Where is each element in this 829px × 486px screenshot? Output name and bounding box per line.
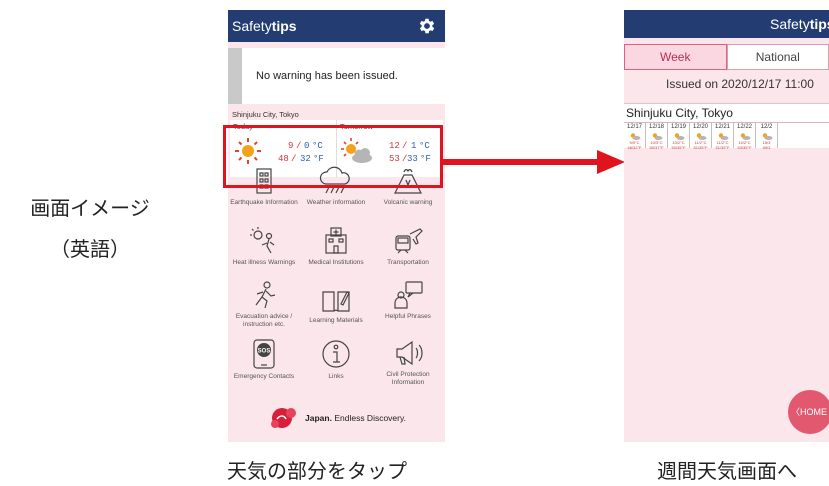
language-label: （英語）	[50, 237, 130, 261]
menu-label: Learning Materials	[309, 317, 363, 324]
gear-icon[interactable]	[417, 16, 437, 36]
home-screen: Safetytips No warning has been issued. S…	[228, 10, 445, 442]
forecast-day: 12/2 15/3 59/3	[756, 123, 778, 150]
location-label: Shinjuku City, Tokyo	[624, 104, 829, 122]
menu-civil[interactable]: Civil Protection Information	[372, 338, 444, 387]
running-person-icon	[255, 281, 276, 309]
app-title: Safetytips	[232, 18, 297, 34]
menu-label: Evacuation advice / instruction etc.	[235, 313, 293, 328]
sunny-cloudy-icon	[718, 133, 728, 140]
sunny-cloudy-icon	[674, 133, 684, 140]
info-icon	[322, 340, 350, 368]
menu-emergency[interactable]: SOS Emergency Contacts	[228, 338, 300, 381]
forecast-temp-f: 48/32°F	[627, 145, 642, 150]
caption-weekly-weather: 週間天気画面へ	[657, 459, 797, 483]
book-icon	[322, 291, 350, 312]
app-bar: Safetytips	[228, 10, 445, 42]
issued-timestamp: Issued on 2020/12/17 11:00	[624, 70, 829, 104]
menu-heat[interactable]: Heat illness Warnings	[228, 226, 300, 267]
forecast-day: 12/20 11/2°C 51/35°F	[690, 123, 712, 150]
menu-label: Transportation	[387, 259, 429, 266]
forecast-temp-f: 53/35°F	[737, 145, 752, 150]
forecast-date: 12/19	[670, 124, 686, 130]
forecast-temp-f: 51/35°F	[715, 145, 730, 150]
hospital-icon	[325, 227, 347, 254]
warning-box: No warning has been issued.	[228, 48, 445, 104]
tab-national[interactable]: National	[726, 44, 829, 70]
caption-tap-weather: 天気の部分をタップ	[227, 459, 407, 483]
svg-text:SOS: SOS	[258, 349, 271, 355]
app-title: Safetytips	[770, 16, 829, 32]
forecast-date: 12/22	[736, 124, 752, 130]
weekly-forecast: 12/17 9/0°C 48/32°F 12/18 10/3°C 50/37°F 12/19…	[624, 122, 829, 150]
app-bar: Safetytips	[624, 10, 829, 38]
forecast-day: 12/21 11/2°C 51/35°F	[712, 123, 734, 150]
menu-label: Emergency Contacts	[233, 373, 295, 380]
menu-phrases[interactable]: Helpful Phrases	[372, 280, 444, 321]
forecast-day: 12/19 10/2°C 50/35°F	[668, 123, 690, 150]
tab-bar: Week National	[624, 44, 829, 70]
arrow-right-icon	[443, 150, 625, 174]
screen-image-label: 画面イメージ	[30, 196, 150, 220]
forecast-temp-f: 50/35°F	[671, 145, 686, 150]
sos-phone-icon: SOS	[253, 339, 275, 369]
footer-text: Japan. Endless Discovery.	[305, 413, 406, 423]
forecast-date: 12/18	[648, 124, 664, 130]
menu-label: Links	[328, 373, 344, 380]
menu-label: Civil Protection Information	[386, 371, 430, 386]
home-button[interactable]: 〈HOME	[788, 390, 829, 434]
menu-transport[interactable]: Transportation	[372, 226, 444, 267]
menu-links[interactable]: Links	[300, 338, 372, 381]
forecast-date: 12/20	[692, 124, 708, 130]
forecast-temp-f: 50/37°F	[649, 145, 664, 150]
menu-label: Weather information	[306, 199, 366, 206]
forecast-temp-f: 59/3	[762, 145, 771, 150]
menu-medical[interactable]: Medical Institutions	[300, 226, 372, 267]
forecast-temp-f: 51/35°F	[693, 145, 708, 150]
forecast-date: 12/17	[626, 124, 642, 130]
forecast-date: 12/2	[760, 124, 773, 130]
menu-learning[interactable]: Learning Materials	[300, 286, 372, 325]
sunny-cloudy-icon	[630, 133, 640, 140]
menu-label: Medical Institutions	[308, 259, 364, 266]
tab-week[interactable]: Week	[624, 44, 727, 70]
sunny-cloudy-icon	[740, 133, 750, 140]
menu-label: Heat illness Warnings	[232, 259, 296, 266]
forecast-day: 12/17 9/0°C 48/32°F	[624, 123, 646, 150]
sunny-cloudy-icon	[762, 133, 772, 140]
forecast-date: 12/21	[714, 124, 730, 130]
weather-highlight-box	[223, 125, 443, 188]
sunny-cloudy-icon	[696, 133, 706, 140]
train-plane-icon	[395, 228, 423, 254]
forecast-day: 12/18 10/3°C 50/37°F	[646, 123, 668, 150]
megaphone-icon	[396, 340, 423, 366]
weekly-screen: Safetytips Week National Issued on 2020/…	[624, 10, 829, 442]
heat-person-icon	[250, 227, 275, 254]
forecast-day: 12/22 12/2°C 53/35°F	[734, 123, 756, 150]
menu-label: Earthquake Information	[230, 199, 298, 206]
menu-evacuation[interactable]: Evacuation advice / instruction etc.	[228, 280, 300, 329]
footer-banner: Japan. Endless Discovery.	[228, 406, 445, 430]
speech-person-icon	[394, 281, 423, 309]
menu-label: Volcanic warning	[383, 199, 433, 206]
menu-label: Helpful Phrases	[385, 313, 431, 320]
sunny-cloudy-icon	[652, 133, 662, 140]
location-label: Shinjuku City, Tokyo	[232, 110, 299, 119]
warning-text: No warning has been issued.	[256, 70, 398, 82]
japan-logo-icon	[271, 408, 297, 428]
